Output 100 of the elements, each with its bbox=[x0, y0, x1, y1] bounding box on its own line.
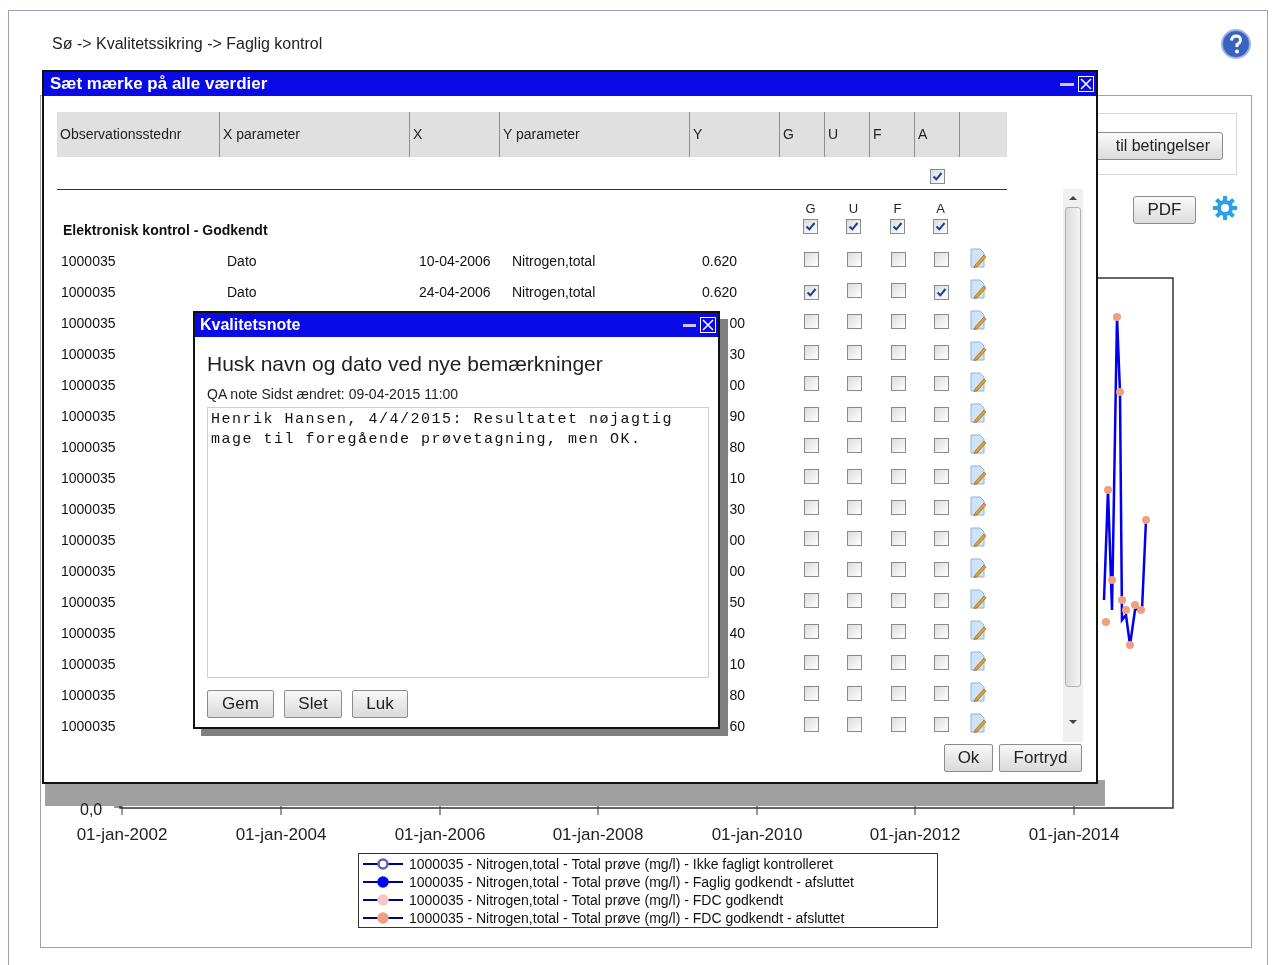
checkbox[interactable] bbox=[847, 655, 862, 670]
ok-button[interactable]: Ok bbox=[944, 744, 993, 772]
note-edit-icon[interactable] bbox=[969, 279, 987, 299]
close-icon[interactable] bbox=[1078, 76, 1094, 92]
note-edit-icon[interactable] bbox=[969, 372, 987, 392]
checkbox[interactable] bbox=[804, 252, 819, 267]
checkbox[interactable] bbox=[891, 717, 906, 732]
checkbox[interactable] bbox=[804, 562, 819, 577]
checkbox[interactable] bbox=[934, 500, 949, 515]
scrollbar[interactable] bbox=[1063, 189, 1083, 742]
checkbox[interactable] bbox=[934, 285, 949, 300]
close-button[interactable]: Luk bbox=[352, 690, 408, 718]
save-button[interactable]: Gem bbox=[207, 690, 274, 718]
checkbox[interactable] bbox=[934, 314, 949, 329]
checkbox[interactable] bbox=[934, 593, 949, 608]
checkbox[interactable] bbox=[934, 345, 949, 360]
scroll-down-icon[interactable] bbox=[1068, 717, 1078, 727]
checkbox[interactable] bbox=[891, 531, 906, 546]
checkbox[interactable] bbox=[934, 562, 949, 577]
minimize-icon[interactable] bbox=[1060, 82, 1074, 86]
checkbox[interactable] bbox=[804, 407, 819, 422]
checkbox[interactable] bbox=[934, 469, 949, 484]
note-edit-icon[interactable] bbox=[969, 496, 987, 516]
checkbox[interactable] bbox=[933, 219, 948, 234]
note-edit-icon[interactable] bbox=[969, 558, 987, 578]
checkbox[interactable] bbox=[891, 686, 906, 701]
checkbox[interactable] bbox=[891, 562, 906, 577]
note-edit-icon[interactable] bbox=[969, 651, 987, 671]
checkbox[interactable] bbox=[847, 283, 862, 298]
checkbox[interactable] bbox=[804, 624, 819, 639]
checkbox[interactable] bbox=[891, 345, 906, 360]
checkbox[interactable] bbox=[803, 219, 818, 234]
checkbox[interactable] bbox=[804, 469, 819, 484]
checkbox[interactable] bbox=[891, 469, 906, 484]
checkbox[interactable] bbox=[891, 593, 906, 608]
note-text-area[interactable]: Henrik Hansen, 4/4/2015: Resultatet nøjagtig mage til foregående prøvetagning, men OK. bbox=[207, 407, 709, 678]
checkbox[interactable] bbox=[891, 624, 906, 639]
checkbox[interactable] bbox=[847, 562, 862, 577]
checkbox[interactable] bbox=[930, 169, 945, 184]
checkbox[interactable] bbox=[804, 500, 819, 515]
checkbox[interactable] bbox=[847, 469, 862, 484]
checkbox[interactable] bbox=[847, 314, 862, 329]
checkbox[interactable] bbox=[891, 376, 906, 391]
note-edit-icon[interactable] bbox=[969, 434, 987, 454]
cancel-button[interactable]: Fortryd bbox=[999, 744, 1082, 772]
checkbox[interactable] bbox=[804, 345, 819, 360]
checkbox[interactable] bbox=[804, 717, 819, 732]
checkbox[interactable] bbox=[934, 686, 949, 701]
note-edit-icon[interactable] bbox=[969, 620, 987, 640]
note-edit-icon[interactable] bbox=[969, 310, 987, 330]
checkbox[interactable] bbox=[891, 655, 906, 670]
checkbox[interactable] bbox=[934, 376, 949, 391]
checkbox[interactable] bbox=[847, 407, 862, 422]
close-icon[interactable] bbox=[700, 317, 716, 333]
checkbox[interactable] bbox=[847, 717, 862, 732]
checkbox[interactable] bbox=[847, 624, 862, 639]
checkbox[interactable] bbox=[847, 593, 862, 608]
note-edit-icon[interactable] bbox=[969, 248, 987, 268]
note-edit-icon[interactable] bbox=[969, 713, 987, 733]
checkbox[interactable] bbox=[804, 438, 819, 453]
checkbox[interactable] bbox=[934, 655, 949, 670]
checkbox[interactable] bbox=[804, 314, 819, 329]
pdf-button[interactable]: PDF bbox=[1133, 196, 1196, 224]
checkbox[interactable] bbox=[891, 252, 906, 267]
minimize-icon[interactable] bbox=[683, 323, 696, 327]
note-edit-icon[interactable] bbox=[969, 527, 987, 547]
checkbox[interactable] bbox=[847, 438, 862, 453]
checkbox[interactable] bbox=[891, 407, 906, 422]
checkbox[interactable] bbox=[847, 376, 862, 391]
checkbox[interactable] bbox=[891, 314, 906, 329]
checkbox[interactable] bbox=[804, 285, 819, 300]
checkbox[interactable] bbox=[934, 438, 949, 453]
checkbox[interactable] bbox=[804, 376, 819, 391]
note-edit-icon[interactable] bbox=[969, 589, 987, 609]
note-edit-icon[interactable] bbox=[969, 465, 987, 485]
note-edit-icon[interactable] bbox=[969, 682, 987, 702]
checkbox[interactable] bbox=[847, 345, 862, 360]
scroll-up-icon[interactable] bbox=[1068, 193, 1078, 203]
checkbox[interactable] bbox=[890, 219, 905, 234]
checkbox[interactable] bbox=[934, 407, 949, 422]
checkbox[interactable] bbox=[934, 624, 949, 639]
checkbox[interactable] bbox=[847, 252, 862, 267]
checkbox[interactable] bbox=[847, 500, 862, 515]
checkbox[interactable] bbox=[891, 283, 906, 298]
note-edit-icon[interactable] bbox=[969, 403, 987, 423]
checkbox[interactable] bbox=[934, 252, 949, 267]
checkbox[interactable] bbox=[846, 219, 861, 234]
checkbox[interactable] bbox=[804, 655, 819, 670]
checkbox[interactable] bbox=[847, 686, 862, 701]
checkbox[interactable] bbox=[891, 500, 906, 515]
checkbox[interactable] bbox=[934, 531, 949, 546]
checkbox[interactable] bbox=[934, 717, 949, 732]
checkbox[interactable] bbox=[891, 438, 906, 453]
checkbox[interactable] bbox=[804, 531, 819, 546]
settings-icon[interactable] bbox=[1212, 195, 1238, 221]
help-icon[interactable] bbox=[1221, 29, 1251, 59]
delete-button[interactable]: Slet bbox=[284, 690, 342, 718]
checkbox[interactable] bbox=[804, 593, 819, 608]
checkbox[interactable] bbox=[847, 531, 862, 546]
checkbox[interactable] bbox=[804, 686, 819, 701]
